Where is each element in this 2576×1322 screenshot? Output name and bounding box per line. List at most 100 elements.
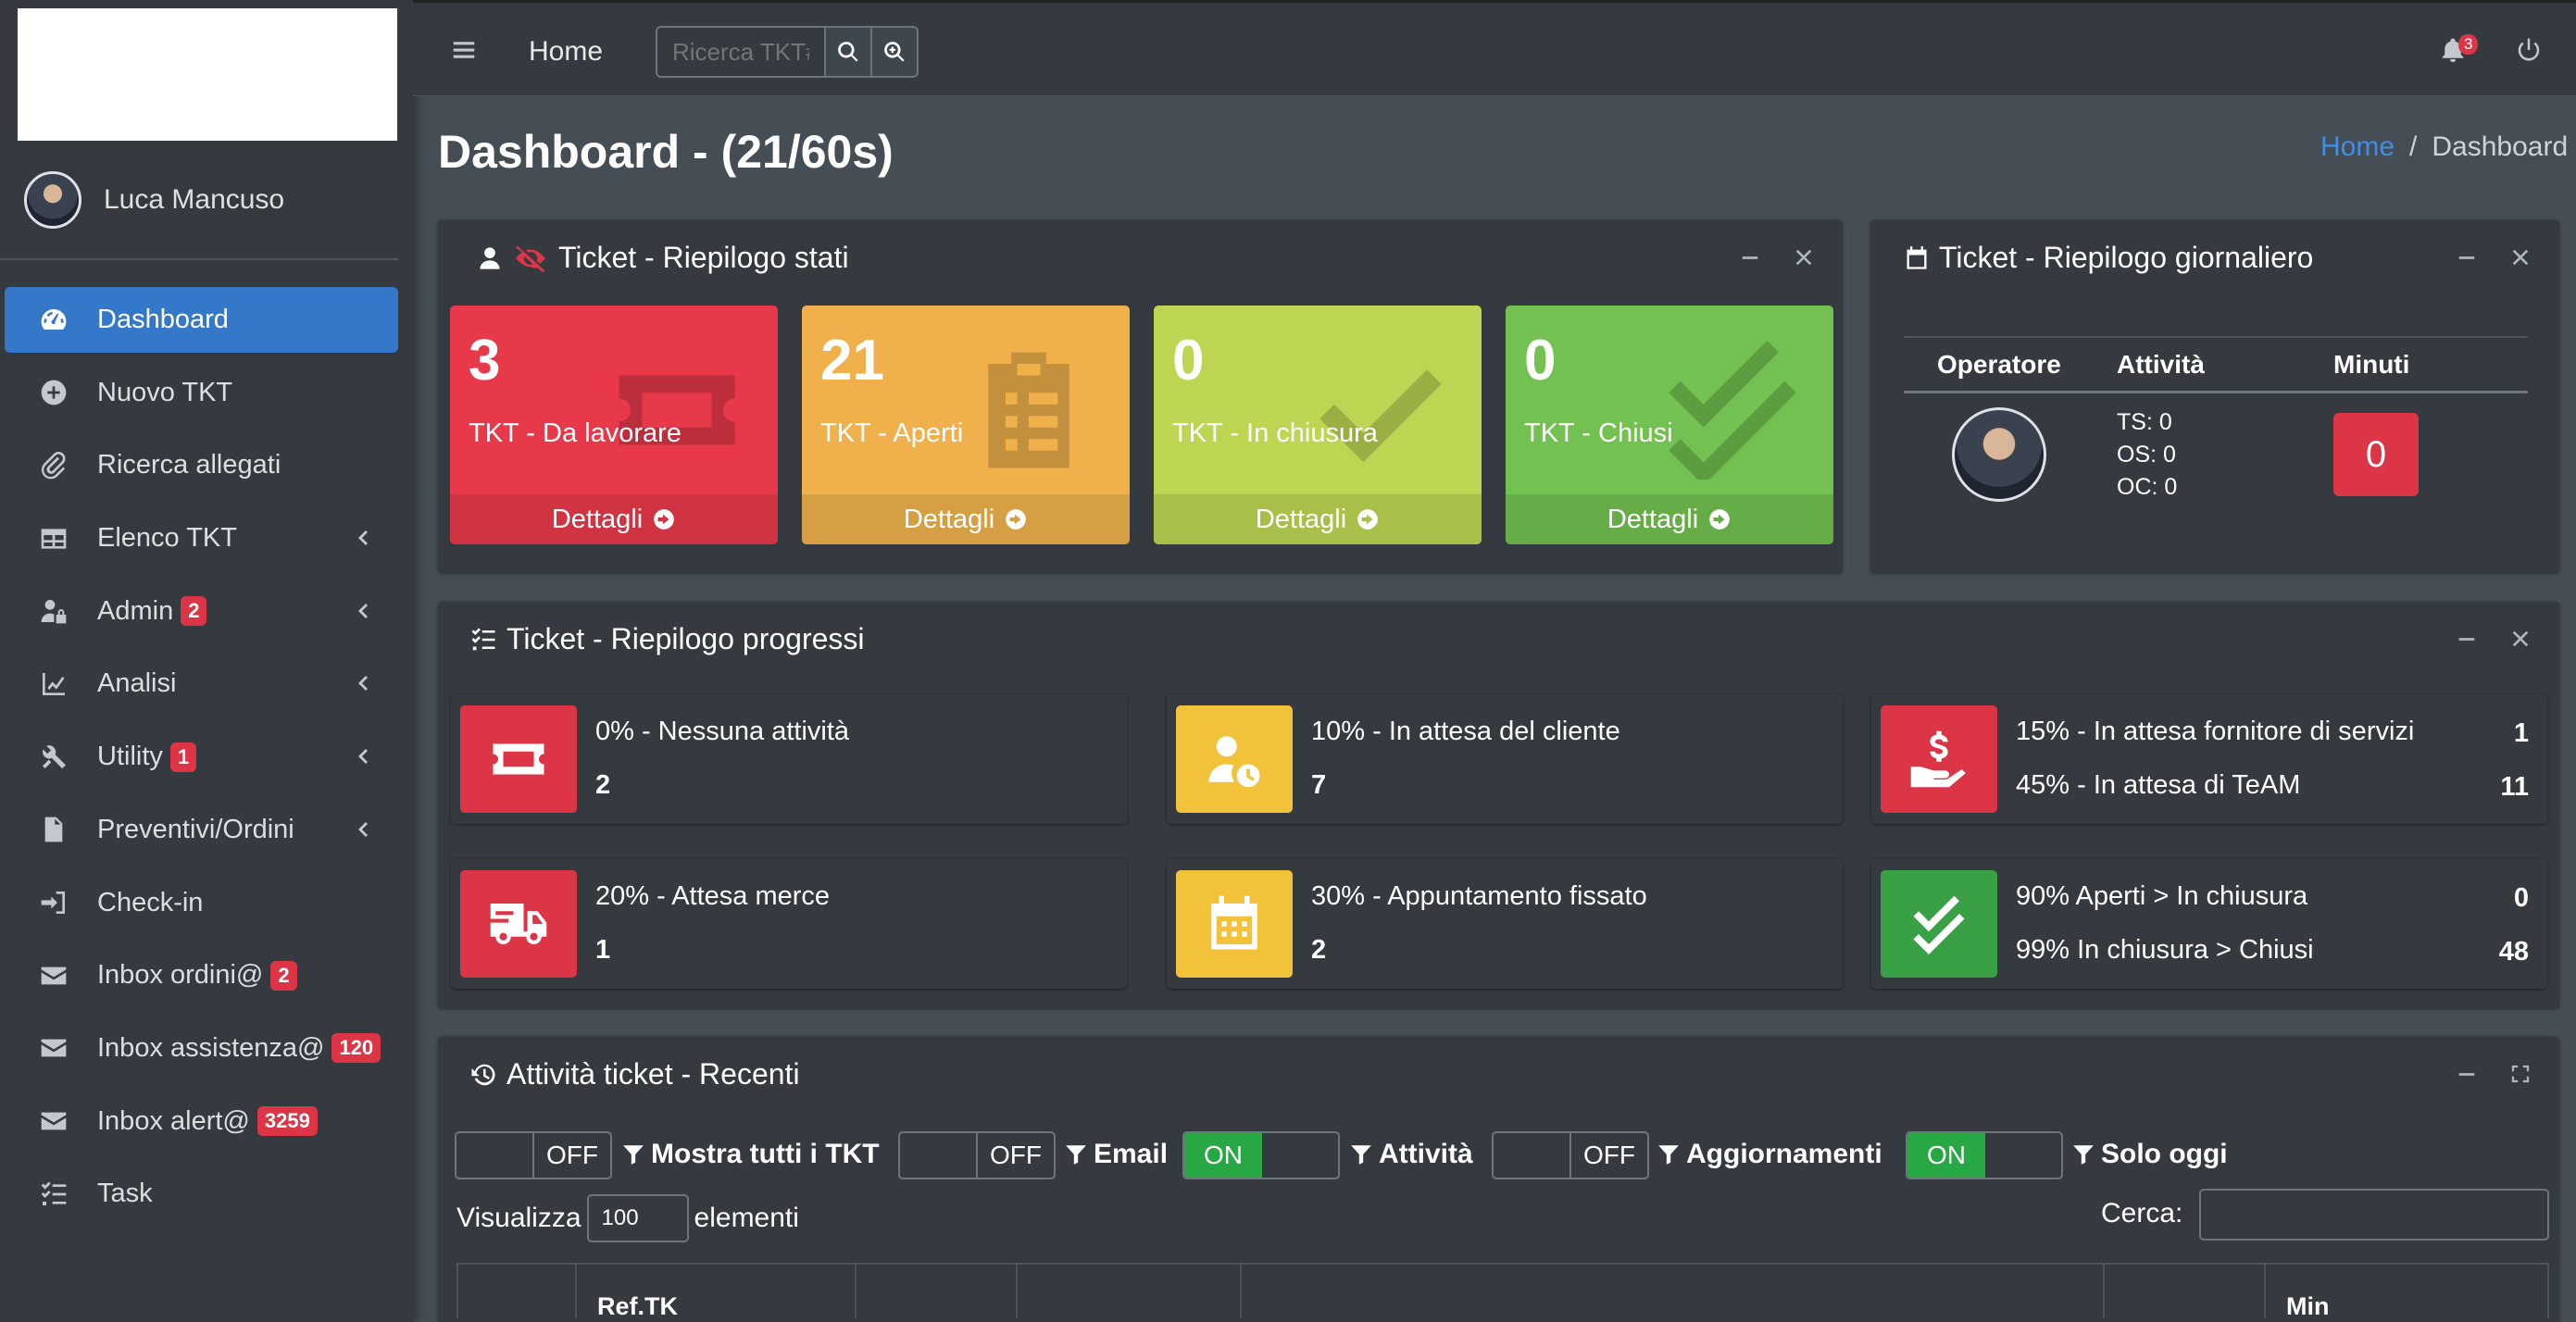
close-icon[interactable] — [2509, 246, 2532, 268]
filter-icon — [1351, 1145, 1371, 1165]
cerca-input[interactable] — [2199, 1189, 2549, 1241]
sidebar-item-preventivi-ordini[interactable]: Preventivi/Ordini — [5, 797, 398, 863]
card-tools — [2456, 246, 2532, 268]
paperclip-icon — [38, 450, 69, 481]
sidebar-item-label: Nuovo TKT — [97, 377, 233, 407]
col-5[interactable] — [1242, 1265, 2105, 1318]
chevron-left-icon — [352, 744, 374, 767]
page-size-select[interactable]: 100 — [586, 1194, 689, 1242]
user-clock-icon — [1176, 705, 1293, 813]
breadcrumb-separator: / — [2409, 131, 2418, 162]
sidebar-item-nuovo-tkt[interactable]: Nuovo TKT — [5, 360, 398, 426]
close-icon[interactable] — [2509, 628, 2532, 650]
progress-label: 45% - In attesa di TeAM — [2016, 770, 2301, 800]
progress-attesa-cliente[interactable]: 10% - In attesa del cliente 7 — [1167, 694, 1843, 824]
minimize-icon[interactable] — [1739, 246, 1761, 268]
card-tools — [2456, 1063, 2532, 1085]
sidebar-item-inbox-alert[interactable]: Inbox alert@ 3259 — [5, 1089, 398, 1154]
filter-icon — [623, 1145, 644, 1165]
sidebar-item-label: Inbox ordini@ — [97, 960, 264, 991]
toggle-email[interactable]: OFF — [898, 1131, 1056, 1179]
breadcrumb-home-link[interactable]: Home — [2320, 131, 2395, 163]
user-panel[interactable]: Luca Mancuso — [0, 141, 398, 260]
progress-value: 2 — [595, 770, 611, 800]
minimize-icon[interactable] — [2456, 246, 2478, 268]
activity-cell: TS: 0 OS: 0 OC: 0 — [2117, 409, 2333, 501]
stat-value: 0 — [1172, 329, 1205, 393]
card-tools — [2456, 628, 2532, 650]
sidebar-item-task[interactable]: Task — [5, 1161, 398, 1227]
sidebar-item-utility[interactable]: Utility 1 — [5, 724, 398, 790]
filter-label: Attività — [1379, 1139, 1473, 1169]
progress-attesa-fornitore-team[interactable]: 15% - In attesa fornitore di servizi 1 4… — [1871, 694, 2547, 824]
page-title: Dashboard - (21/60s) — [438, 126, 894, 178]
sidebar-item-analisi[interactable]: Analisi — [5, 651, 398, 717]
close-icon[interactable] — [1793, 246, 1815, 268]
col-3[interactable] — [857, 1265, 1018, 1318]
daily-summary-table: Operatore Attività Minuti TS: 0 OS: 0 OC… — [1904, 336, 2528, 516]
progress-value: 1 — [2513, 718, 2529, 748]
table-icon — [38, 523, 69, 555]
sidebar-item-label: Ricerca allegati — [97, 450, 281, 480]
brand-logo[interactable] — [18, 8, 397, 141]
minimize-icon[interactable] — [2456, 1063, 2478, 1085]
riepilogo-stati-card: Ticket - Riepilogo stati 3 TKT - Da lavo… — [438, 220, 1843, 574]
progress-appuntamento-fissato[interactable]: 30% - Appuntamento fissato 2 — [1167, 859, 1843, 989]
col-ref-tk[interactable]: Ref.TK — [577, 1265, 857, 1320]
toggle-aggiornamenti[interactable]: OFF — [1492, 1131, 1649, 1179]
search-button[interactable] — [826, 26, 872, 78]
elementi-label: elementi — [694, 1203, 799, 1233]
sidebar-item-ricerca-allegati[interactable]: Ricerca allegati — [5, 432, 398, 498]
toggle-solo-oggi[interactable]: ON — [1906, 1131, 2063, 1179]
topbar: Home 3 — [413, 0, 2576, 96]
progress-transizioni[interactable]: 90% Aperti > In chiusura 0 99% In chiusu… — [1871, 859, 2547, 989]
truck-icon — [460, 870, 577, 978]
col-min[interactable]: Min — [2266, 1265, 2390, 1320]
toggle-mostra-tutti[interactable]: OFF — [455, 1131, 612, 1179]
stat-box-chiusi: 0 TKT - Chiusi Dettagli — [1506, 306, 1833, 544]
sidebar-item-label: Dashboard — [97, 305, 229, 334]
power-icon[interactable] — [2515, 36, 2545, 66]
progress-attesa-merce[interactable]: 20% - Attesa merce 1 — [451, 859, 1127, 989]
progress-nessuna-attivita[interactable]: 0% - Nessuna attività 2 — [451, 694, 1127, 824]
toggle-attivita[interactable]: ON — [1182, 1131, 1340, 1179]
ticket-search-input[interactable] — [656, 26, 826, 78]
card-title: Ticket - Riepilogo progressi — [469, 622, 865, 656]
stat-label: TKT - Aperti — [820, 418, 964, 448]
sidebar-item-label: Inbox alert@ — [97, 1105, 250, 1136]
progress-label: 10% - In attesa del cliente — [1311, 717, 1620, 746]
col-operatore: Operatore — [1937, 349, 2061, 379]
toggle-state: ON — [1907, 1133, 1985, 1178]
hamburger-menu-icon[interactable] — [450, 36, 478, 64]
chevron-left-icon — [352, 671, 374, 693]
filter-icon — [1066, 1145, 1086, 1165]
check-double-icon — [1881, 870, 1997, 978]
sidebar-item-inbox-ordini[interactable]: Inbox ordini@ 2 — [5, 942, 398, 1008]
minimize-icon[interactable] — [2456, 628, 2478, 650]
filter-label: Mostra tutti i TKT — [651, 1139, 880, 1169]
sidebar-item-dashboard[interactable]: Dashboard — [5, 287, 398, 353]
admin-badge: 2 — [181, 596, 207, 627]
sidebar-item-label: Utility — [97, 742, 163, 772]
expand-icon[interactable] — [2509, 1063, 2532, 1085]
toggle-state: OFF — [1569, 1133, 1647, 1178]
sidebar-item-admin[interactable]: Admin 2 — [5, 579, 398, 644]
advanced-search-button[interactable] — [872, 26, 919, 78]
sidebar-item-check-in[interactable]: Check-in — [5, 870, 398, 936]
dettagli-button[interactable]: Dettagli — [450, 494, 778, 544]
dettagli-button[interactable]: Dettagli — [1506, 494, 1833, 544]
col-6[interactable] — [2105, 1265, 2266, 1318]
ticket-search — [656, 26, 919, 78]
minuti-badge: 0 — [2333, 413, 2419, 496]
col-select[interactable] — [458, 1265, 577, 1318]
user-icon — [480, 246, 500, 269]
sidebar-item-inbox-assistenza[interactable]: Inbox assistenza@ 120 — [5, 1016, 398, 1081]
col-4[interactable] — [1018, 1265, 1242, 1318]
sidebar-item-label: Check-in — [97, 887, 204, 917]
search-plus-icon — [884, 42, 905, 62]
dettagli-button[interactable]: Dettagli — [802, 494, 1130, 544]
sidebar-item-elenco-tkt[interactable]: Elenco TKT — [5, 505, 398, 571]
dettagli-button[interactable]: Dettagli — [1154, 494, 1482, 544]
stat-label: TKT - Chiusi — [1524, 418, 1673, 448]
topbar-home-link[interactable]: Home — [529, 36, 603, 68]
